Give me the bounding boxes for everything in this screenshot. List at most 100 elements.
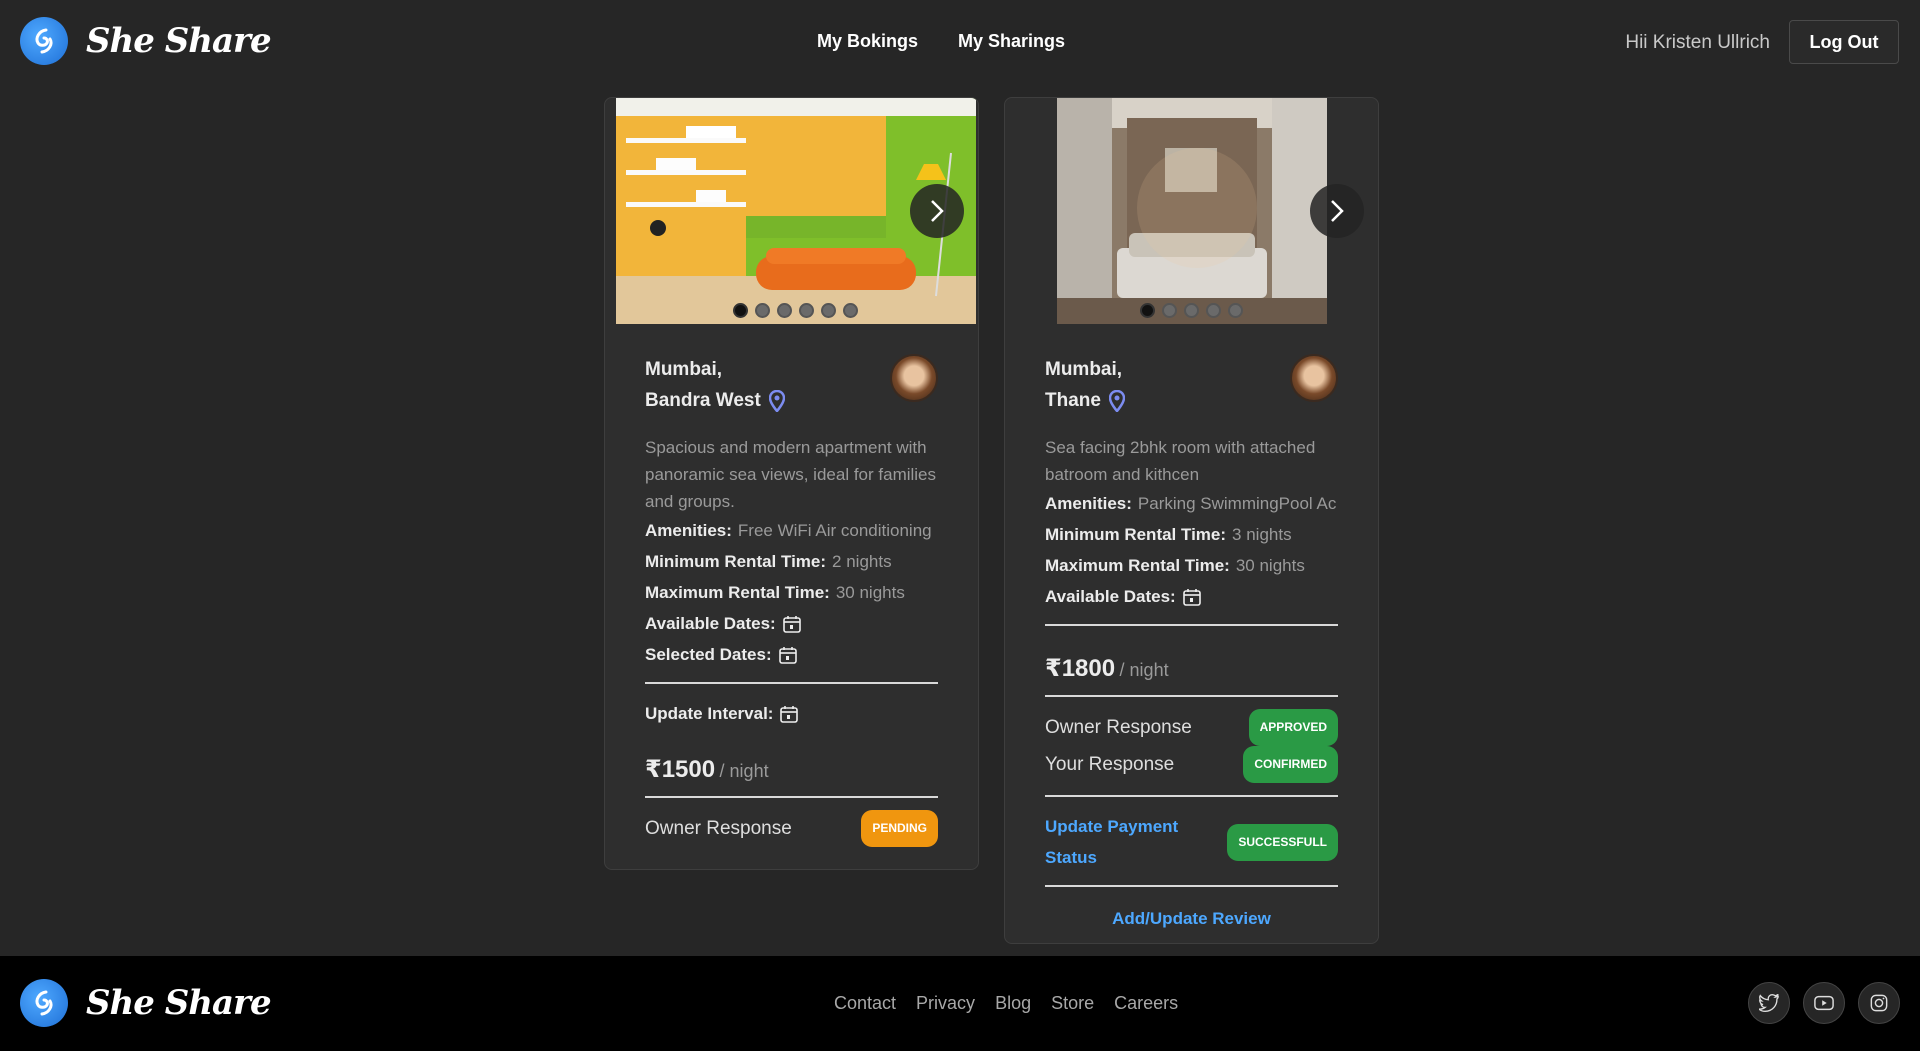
instagram-button[interactable] <box>1858 982 1900 1024</box>
selected-dates-row: Selected Dates: <box>645 639 938 670</box>
divider <box>645 796 938 798</box>
owner-response-label: Owner Response <box>645 818 792 839</box>
max-rental-value: 30 nights <box>835 583 905 602</box>
calendar-icon[interactable] <box>778 645 798 665</box>
she-share-logo-icon <box>20 979 68 1027</box>
main-nav: My Bokings My Sharings <box>817 31 1065 52</box>
owner-avatar[interactable] <box>1290 354 1338 402</box>
amenities-label: Amenities: <box>645 521 732 540</box>
carousel-dot[interactable] <box>777 303 792 318</box>
carousel-dot[interactable] <box>799 303 814 318</box>
review-row: Add/Update Review <box>1045 909 1338 929</box>
carousel-next-button[interactable] <box>910 184 964 238</box>
amenities-row: Amenities: Free WiFi Air conditioning <box>645 515 938 546</box>
calendar-icon[interactable] <box>782 614 802 634</box>
location-area: Thane <box>1045 390 1101 411</box>
card-body: Mumbai, Thane Sea facing 2bhk room with … <box>1005 324 1378 929</box>
update-payment-status-link[interactable]: Update Payment Status <box>1045 811 1227 873</box>
min-rental-value: 3 nights <box>1232 525 1292 544</box>
price-value: ₹1500 <box>645 756 716 783</box>
twitter-icon <box>1759 994 1779 1012</box>
chevron-right-icon <box>931 200 944 222</box>
site-footer: She Share Contact Privacy Blog Store Car… <box>0 956 1920 1051</box>
card-body: Mumbai, Bandra West Spacious and modern … <box>605 324 978 847</box>
logout-button[interactable]: Log Out <box>1789 20 1899 64</box>
payment-status-row: Update Payment Status SUCCESSFULL <box>1045 811 1338 873</box>
max-rental-label: Maximum Rental Time: <box>1045 556 1230 575</box>
chevron-right-icon <box>1331 200 1344 222</box>
price-unit: / night <box>719 761 769 781</box>
owner-response-label: Owner Response <box>1045 717 1192 738</box>
price-value: ₹1800 <box>1045 655 1116 682</box>
carousel-dot[interactable] <box>821 303 836 318</box>
footer-link-store[interactable]: Store <box>1051 993 1094 1014</box>
min-rental-row: Minimum Rental Time: 3 nights <box>1045 519 1338 550</box>
price-row: ₹1800 / night <box>1045 654 1338 683</box>
calendar-icon[interactable] <box>779 704 799 724</box>
amenities-value: Free WiFi Air conditioning <box>737 521 932 540</box>
footer-link-blog[interactable]: Blog <box>995 993 1031 1014</box>
carousel-dot[interactable] <box>755 303 770 318</box>
carousel-dot[interactable] <box>733 303 748 318</box>
min-rental-value: 2 nights <box>832 552 892 571</box>
owner-response-row: Owner Response PENDING <box>645 810 938 847</box>
amenities-row: Amenities: Parking SwimmingPool Ac <box>1045 488 1338 519</box>
available-dates-row: Available Dates: <box>1045 581 1338 612</box>
carousel-dot[interactable] <box>1228 303 1243 318</box>
carousel-dot[interactable] <box>1140 303 1155 318</box>
amenities-label: Amenities: <box>1045 494 1132 513</box>
user-greeting: Hii Kristen Ullrich <box>1625 32 1770 53</box>
she-share-logo-icon <box>20 17 68 65</box>
brand[interactable]: She Share <box>20 979 272 1027</box>
carousel-next-button[interactable] <box>1310 184 1364 238</box>
footer-link-contact[interactable]: Contact <box>834 993 896 1014</box>
status-badge: PENDING <box>861 810 938 847</box>
carousel-dot[interactable] <box>1184 303 1199 318</box>
youtube-button[interactable] <box>1803 982 1845 1024</box>
room-image-bedroom <box>1056 98 1327 324</box>
max-rental-row: Maximum Rental Time: 30 nights <box>1045 550 1338 581</box>
social-links <box>1748 982 1900 1024</box>
divider <box>1045 624 1338 626</box>
divider <box>1045 695 1338 697</box>
your-response-label: Your Response <box>1045 754 1175 775</box>
your-response-row: Your Response CONFIRMED <box>1045 746 1338 783</box>
owner-avatar[interactable] <box>890 354 938 402</box>
site-header: She Share My Bokings My Sharings Hii Kri… <box>0 0 1920 86</box>
footer-link-careers[interactable]: Careers <box>1114 993 1178 1014</box>
image-carousel <box>605 98 978 324</box>
max-rental-value: 30 nights <box>1235 556 1305 575</box>
brand[interactable]: She Share <box>20 17 272 65</box>
carousel-dot[interactable] <box>843 303 858 318</box>
status-badge: CONFIRMED <box>1243 746 1338 783</box>
map-pin-icon[interactable] <box>1108 389 1125 412</box>
carousel-dots <box>1005 303 1378 318</box>
nav-my-sharings[interactable]: My Sharings <box>958 31 1065 52</box>
divider <box>1045 885 1338 887</box>
carousel-dot[interactable] <box>1206 303 1221 318</box>
amenities-value: Parking SwimmingPool Ac <box>1137 494 1337 513</box>
twitter-button[interactable] <box>1748 982 1790 1024</box>
calendar-icon[interactable] <box>1182 587 1202 607</box>
min-rental-label: Minimum Rental Time: <box>1045 525 1227 544</box>
update-interval-row: Update Interval: <box>645 698 938 729</box>
min-rental-label: Minimum Rental Time: <box>645 552 827 571</box>
carousel-dot[interactable] <box>1162 303 1177 318</box>
brand-name: She Share <box>86 983 272 1023</box>
update-interval-label: Update Interval: <box>645 704 774 723</box>
image-carousel <box>1005 98 1378 324</box>
footer-links: Contact Privacy Blog Store Careers <box>834 993 1178 1014</box>
listing-description: Spacious and modern apartment with panor… <box>645 438 937 511</box>
footer-link-privacy[interactable]: Privacy <box>916 993 975 1014</box>
nav-my-bookings[interactable]: My Bokings <box>817 31 918 52</box>
map-pin-icon[interactable] <box>768 389 785 412</box>
booking-card: Mumbai, Bandra West Spacious and modern … <box>604 97 979 870</box>
owner-response-row: Owner Response APPROVED <box>1045 709 1338 746</box>
brand-name: She Share <box>86 21 272 61</box>
location-area: Bandra West <box>645 390 761 411</box>
max-rental-label: Maximum Rental Time: <box>645 583 830 602</box>
divider <box>645 682 938 684</box>
carousel-dots <box>605 303 978 318</box>
divider <box>1045 795 1338 797</box>
add-update-review-link[interactable]: Add/Update Review <box>1112 909 1271 928</box>
